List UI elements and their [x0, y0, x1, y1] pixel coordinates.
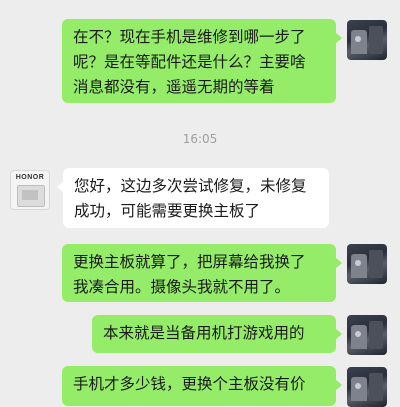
message-bubble-outgoing[interactable]: 本来就是当备用机打游戏用的 [92, 315, 342, 353]
message-bubble-incoming[interactable]: 您好，这边多次尝试修复，未修复 成功，可能需要更换主板了 [57, 168, 329, 228]
honor-logo: HONOR [15, 174, 45, 181]
message-text: 更换主板就算了，把屏幕给我换了 [73, 253, 306, 271]
user-avatar[interactable] [347, 367, 387, 407]
user-avatar[interactable] [347, 244, 387, 284]
message-text: 在不？现在手机是维修到哪一步了 [73, 28, 306, 46]
message-bubble-outgoing[interactable]: 手机才多少钱，更换个主板没有价 [62, 366, 342, 406]
user-avatar[interactable] [347, 20, 387, 60]
message-text: 成功，可能需要更换主板了 [74, 202, 261, 220]
chat-timestamp: 16:05 [182, 132, 218, 146]
message-text: 我凑合用。摄像头我就不用了。 [73, 278, 291, 296]
user-avatar[interactable] [347, 315, 387, 355]
message-bubble-outgoing[interactable]: 在不？现在手机是维修到哪一步了 呢？是在等配件还是什么？主要啥 消息都没有，遥遥… [62, 19, 342, 103]
message-bubble-outgoing[interactable]: 更换主板就算了，把屏幕给我换了 我凑合用。摄像头我就不用了。 [62, 244, 342, 302]
message-text: 手机才多少钱，更换个主板没有价 [73, 375, 306, 393]
message-text: 呢？是在等配件还是什么？主要啥 [73, 53, 306, 71]
honor-service-avatar[interactable]: HONOR [10, 170, 50, 210]
message-text: 消息都没有，遥遥无期的等着 [73, 78, 275, 96]
device-icon [17, 185, 45, 207]
message-text: 您好，这边多次尝试修复，未修复 [74, 177, 307, 195]
message-text: 本来就是当备用机打游戏用的 [103, 324, 305, 342]
